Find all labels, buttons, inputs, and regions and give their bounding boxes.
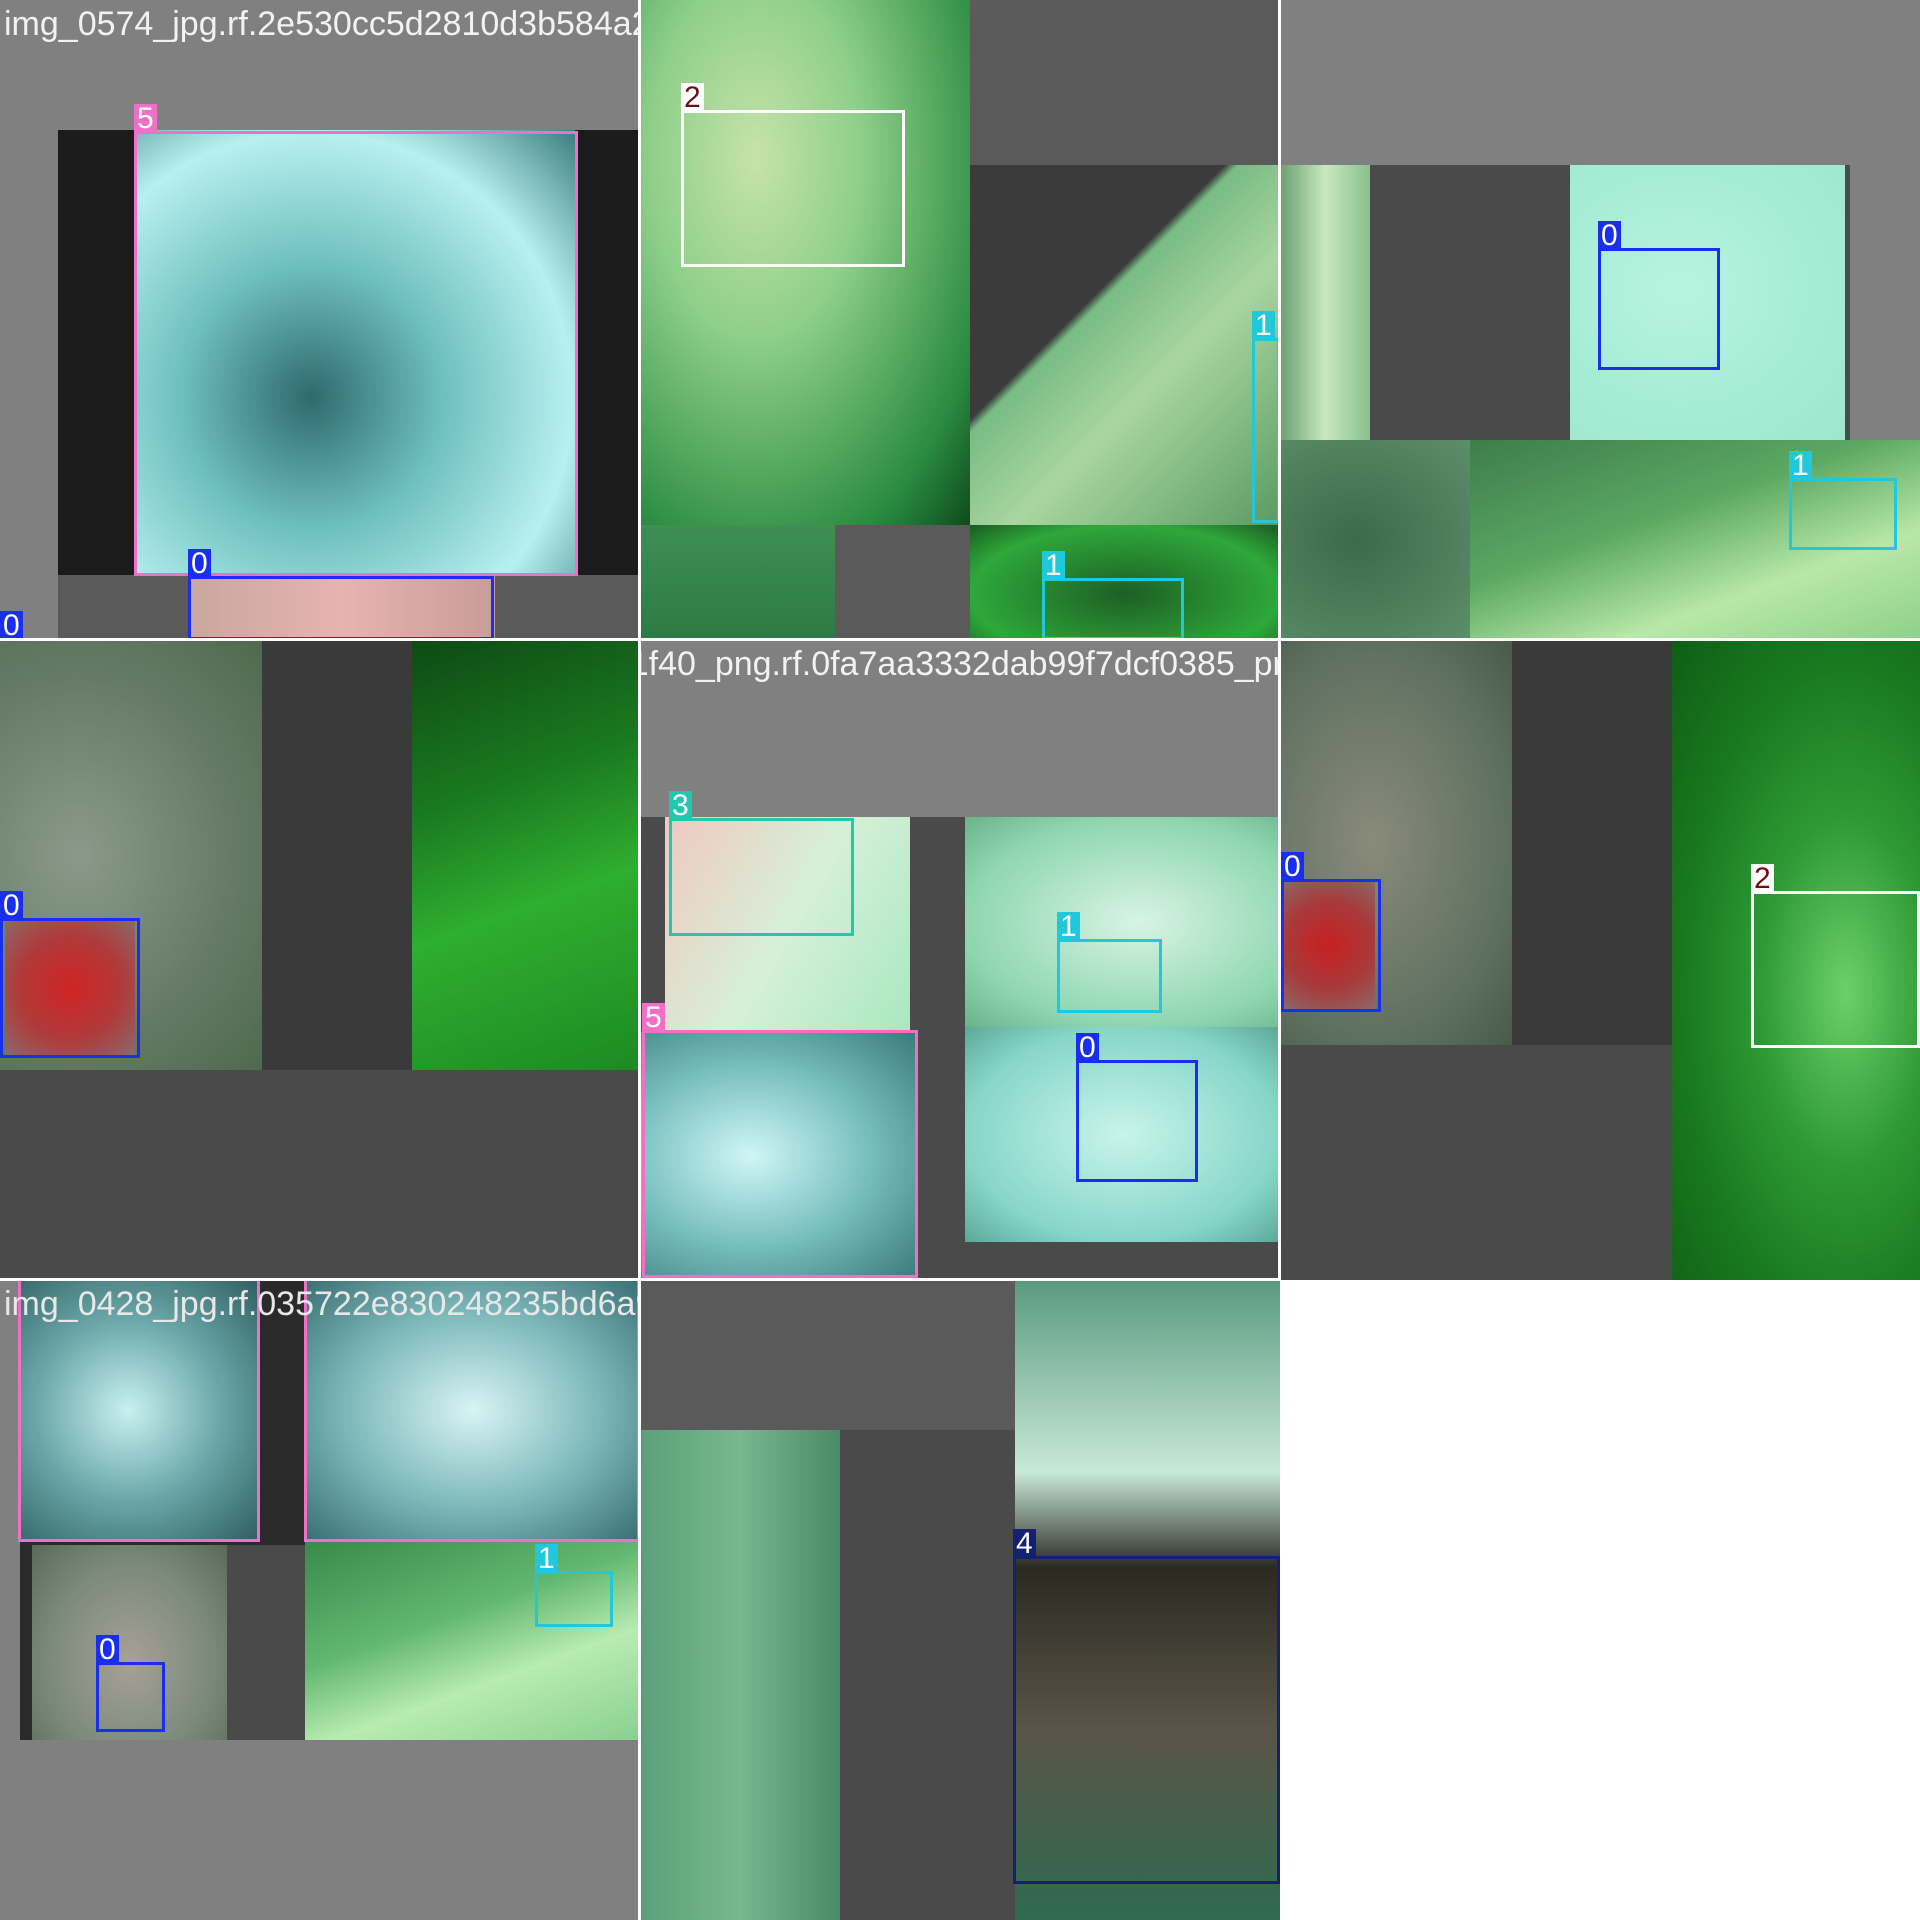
class-label: 1 [535,1544,558,1574]
class-label: 0 [1281,852,1304,882]
detection-box: 1 [1042,551,1184,640]
detection-box: 0 [1281,852,1381,1012]
class-label: 1 [1789,451,1812,481]
class-label: 1 [1252,311,1275,341]
class-label: 0 [1076,1033,1099,1063]
class-label: 0 [1598,221,1621,251]
grid-separator [0,638,1920,641]
class-label: 4 [1013,1529,1036,1559]
detection-box: 2 [681,83,905,267]
mosaic-tile-2: 2 1 1 [640,0,1280,640]
detection-box: 0 [0,891,140,1058]
mosaic-tile-7: img_0428_jpg.rf.035722e830248235bd6a9927… [0,1280,640,1920]
class-label: 2 [681,83,704,113]
detection-box: 1 [1252,311,1280,523]
detection-box: 2 [1751,864,1920,1048]
class-label: 2 [1751,864,1774,894]
class-label: 0 [188,549,211,579]
detection-box: 0 [1076,1033,1198,1182]
image-panel [640,1430,840,1920]
dark-band [262,640,412,1070]
tile-title: img_0004_jpg.rf.3c54e0ece346455b3cdd1f40… [640,645,1280,683]
class-label: 5 [642,1003,665,1033]
class-label: 0 [0,611,23,640]
mosaic-tile-8: 4 [640,1280,1280,1920]
image-panel [1280,165,1370,440]
mosaic-tile-4: 0 [0,640,640,1280]
image-panel [1280,440,1470,640]
grid-separator [0,1278,1280,1281]
image-panel [412,640,640,1070]
detection-box: 5 [134,104,578,576]
mosaic-tile-3: 0 1 [1280,0,1920,640]
grid-separator [638,0,641,1920]
class-label: 3 [669,791,692,821]
dark-band [840,1430,1015,1920]
detection-box: 0 [1598,221,1720,370]
tile-title: img_0574_jpg.rf.2e530cc5d2810d3b584a2985… [4,5,640,43]
image-panel [970,165,1280,525]
mosaic-tile-1: img_0574_jpg.rf.2e530cc5d2810d3b584a2985… [0,0,640,640]
detection-box: 1 [535,1544,613,1627]
class-label: 0 [96,1635,119,1665]
detection-box: 0 [188,549,494,640]
dark-band [1512,640,1672,1045]
image-panel [640,525,835,640]
mosaic-tile-5: img_0004_jpg.rf.3c54e0ece346455b3cdd1f40… [640,640,1280,1280]
class-label: 5 [134,104,157,134]
detection-box: 1 [1789,451,1897,550]
detection-box: 0 [96,1635,165,1732]
detection-box: 3 [669,791,854,936]
detection-box: 5 [642,1003,918,1278]
detection-box: 1 [1057,912,1162,1013]
mosaic-tile-6: 0 2 [1280,640,1920,1280]
detection-box: 4 [1013,1529,1280,1884]
dark-band [227,1545,305,1740]
class-label: 1 [1057,912,1080,942]
class-label: 0 [0,891,23,921]
tile-title: img_0428_jpg.rf.035722e830248235bd6a9927… [4,1285,640,1323]
class-label: 1 [1042,551,1065,581]
